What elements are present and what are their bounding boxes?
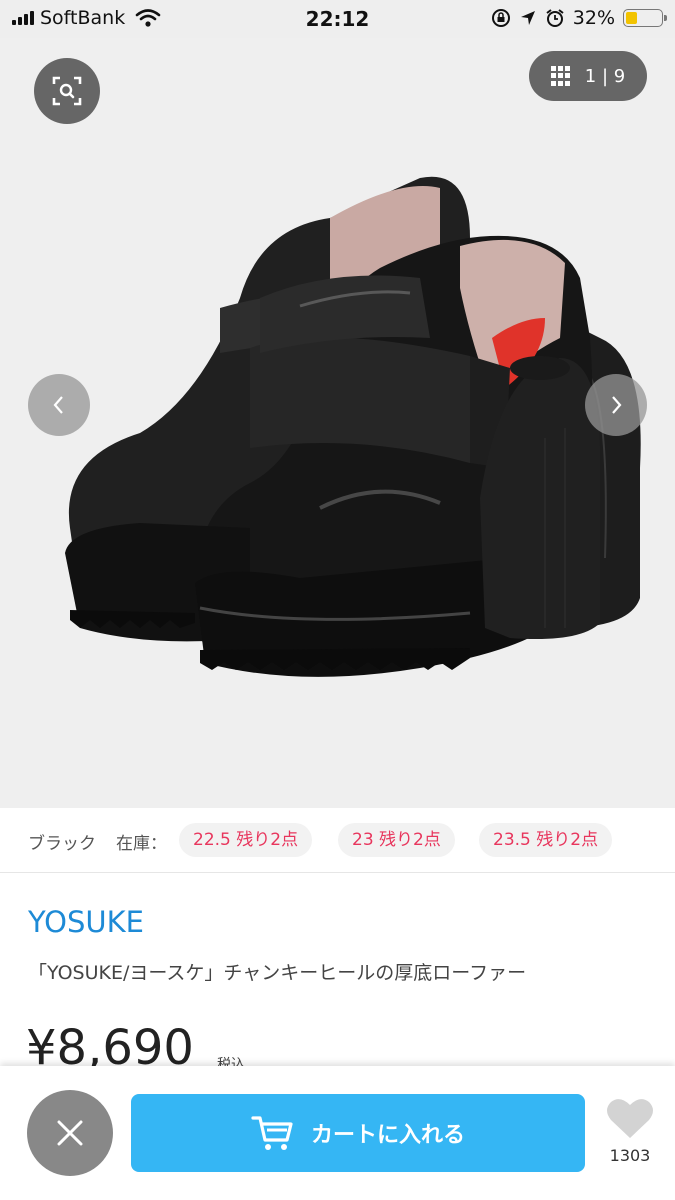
product-title: 「YOSUKE/ヨースケ」チャンキーヒールの厚底ローファー: [28, 962, 527, 984]
next-image-button[interactable]: [585, 374, 647, 436]
previous-image-button[interactable]: [28, 374, 90, 436]
action-bar: カートに入れる 1303: [0, 1066, 675, 1200]
battery-icon: [623, 9, 667, 27]
battery-percent: 32%: [572, 7, 615, 29]
favorite-button[interactable]: 1303: [597, 1096, 663, 1165]
size-chip-23-5[interactable]: 23.5 残り2点: [479, 823, 613, 857]
product-image: [65, 176, 641, 677]
add-to-cart-button[interactable]: カートに入れる: [131, 1094, 585, 1172]
color-name: ブラック: [28, 834, 96, 854]
status-bar: SoftBank 22:12 32%: [0, 0, 675, 38]
heart-icon: [607, 1099, 653, 1138]
brand-link[interactable]: YOSUKE: [28, 905, 144, 939]
chevron-right-icon: [612, 396, 622, 414]
scroll-fade: [615, 818, 675, 862]
grid-icon: [550, 66, 571, 86]
stock-row[interactable]: ブラック 在庫： 22.5 残り2点 23 残り2点 23.5 残り2点: [0, 808, 675, 873]
image-counter-text: 1 | 9: [584, 65, 626, 87]
image-search-button[interactable]: [34, 58, 100, 124]
close-icon: [57, 1120, 83, 1146]
rotation-lock-icon: [491, 9, 510, 27]
search-lens-icon: [52, 76, 82, 106]
stock-label: 在庫：: [116, 834, 167, 854]
product-image-gallery[interactable]: 1 | 9: [0, 38, 675, 808]
alarm-icon: [546, 9, 564, 27]
add-to-cart-label: カートに入れる: [310, 1123, 465, 1148]
chevron-left-icon: [53, 396, 63, 414]
location-icon: [520, 11, 535, 25]
image-counter-button[interactable]: 1 | 9: [529, 51, 647, 101]
close-button[interactable]: [27, 1090, 113, 1176]
favorite-count: 1303: [609, 1146, 651, 1165]
cart-icon: [251, 1116, 293, 1150]
size-chip-23[interactable]: 23 残り2点: [338, 823, 455, 857]
size-chip-22-5[interactable]: 22.5 残り2点: [179, 823, 313, 857]
